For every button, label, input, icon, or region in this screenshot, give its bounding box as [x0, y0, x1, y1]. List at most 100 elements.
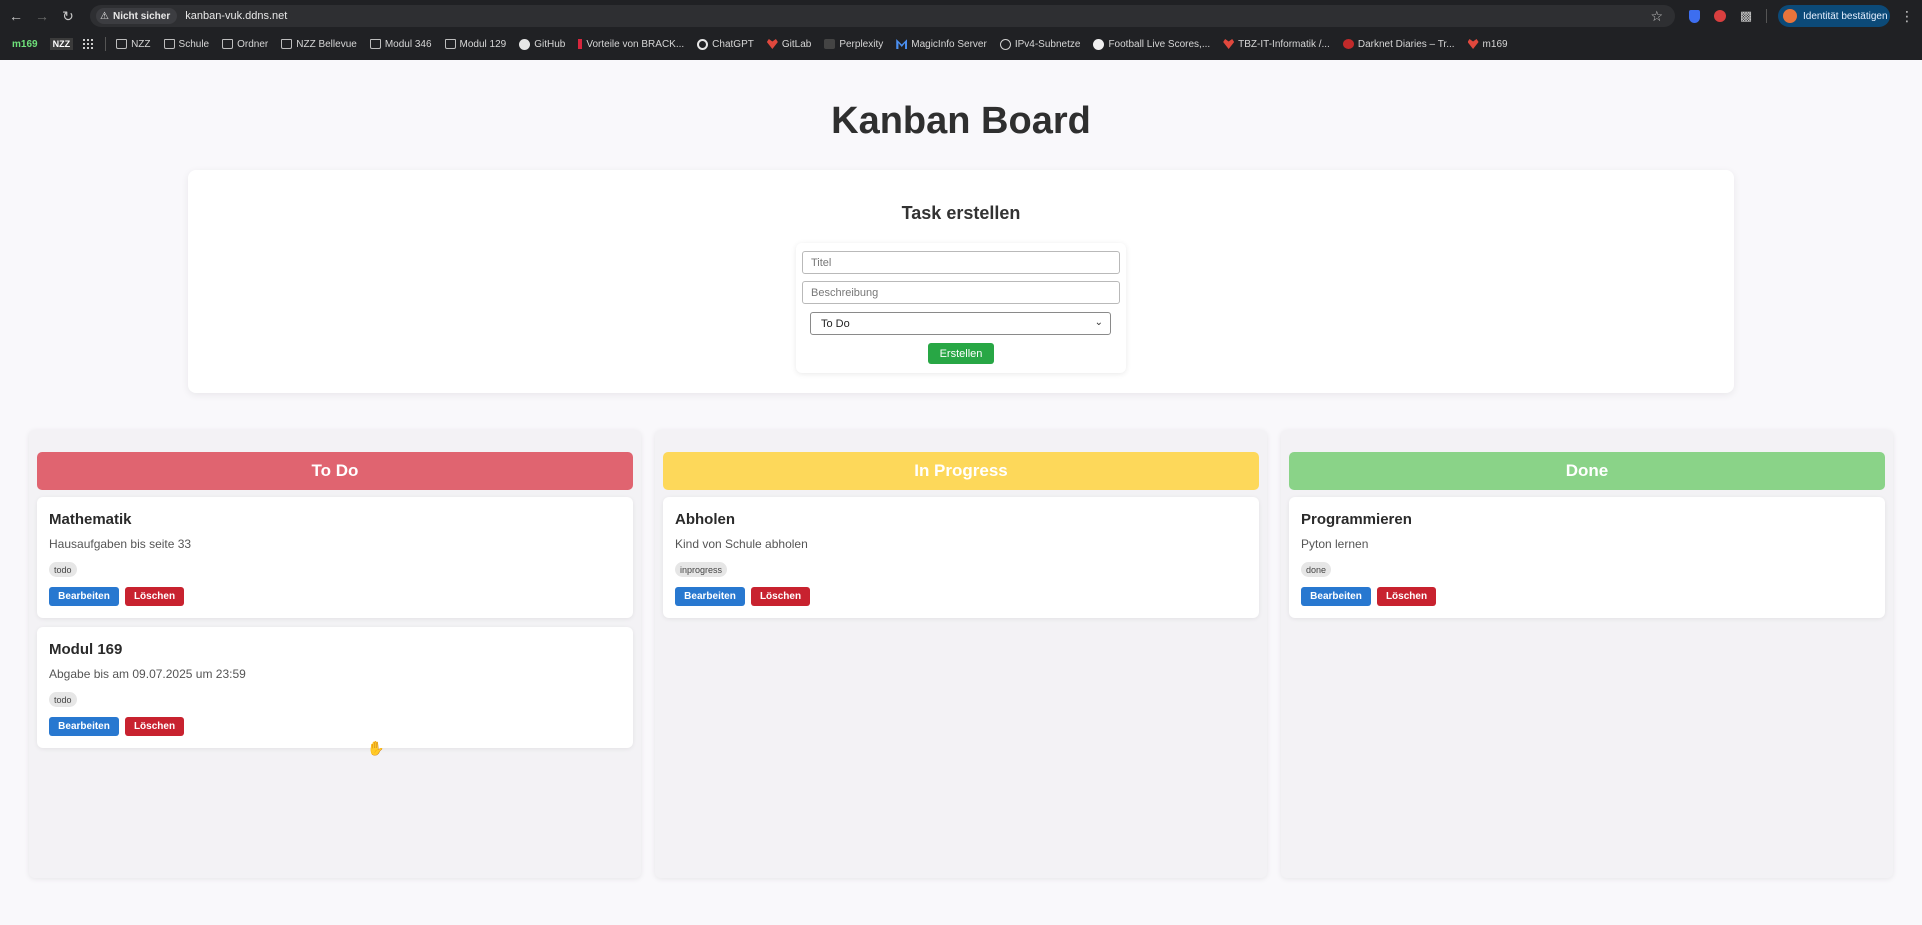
bookmarks-bar: m169 NZZ NZZ Schule Ordner NZZ Bellevue …	[0, 34, 1922, 54]
edit-button[interactable]: Bearbeiten	[675, 587, 745, 606]
bookmark-magicinfo[interactable]: MagicInfo Server	[896, 39, 987, 50]
folder-icon	[222, 39, 234, 49]
identity-button[interactable]: Identität bestätigen	[1778, 5, 1890, 27]
task-card[interactable]: Abholen Kind von Schule abholen inprogre…	[663, 497, 1259, 618]
column-done: Done Programmieren Pyton lernen done Bea…	[1281, 430, 1893, 878]
task-card[interactable]: Modul 169 Abgabe bis am 09.07.2025 um 23…	[37, 627, 633, 748]
identity-label: Identität bestätigen	[1803, 10, 1888, 22]
bookmark-label: Modul 129	[459, 38, 507, 50]
task-form: To Do ⌄ Erstellen	[796, 243, 1126, 373]
bookmark-label: TBZ-IT-Informatik /...	[1238, 38, 1330, 50]
bookmark-label: Modul 346	[384, 38, 432, 50]
bookmark-folder[interactable]: NZZ Bellevue	[281, 39, 357, 50]
bookmark-label: GitLab	[781, 38, 812, 50]
gitlab-icon	[1223, 39, 1235, 49]
red-extension-icon[interactable]	[1712, 8, 1728, 24]
task-card[interactable]: Programmieren Pyton lernen done Bearbeit…	[1289, 497, 1885, 618]
status-badge: inprogress	[675, 562, 728, 577]
folder-icon	[163, 39, 175, 49]
task-card[interactable]: Mathematik Hausaufgaben bis seite 33 tod…	[37, 497, 633, 618]
bookmark-star-icon[interactable]: ☆	[1650, 8, 1663, 25]
url-text[interactable]: kanban-vuk.ddns.net	[185, 10, 287, 22]
page-title: Kanban Board	[831, 100, 1091, 142]
column-header: To Do	[37, 452, 633, 490]
browser-chrome: ← → ↻ ⚠ Nicht sicher kanban-vuk.ddns.net…	[0, 0, 1922, 60]
column-todo: To Do Mathematik Hausaufgaben bis seite …	[29, 430, 641, 878]
apps-grid-icon[interactable]	[83, 39, 94, 49]
bookmark-m169-badge[interactable]: m169	[12, 39, 38, 50]
puzzle-extensions-icon[interactable]: ▩	[1738, 8, 1754, 24]
delete-button[interactable]: Löschen	[125, 587, 184, 606]
bookmark-label: ChatGPT	[712, 38, 754, 50]
bookmark-m169-gitlab[interactable]: m169	[1467, 38, 1508, 50]
bookmark-perplexity[interactable]: Perplexity	[824, 39, 883, 50]
back-arrow-icon[interactable]: ←	[3, 3, 29, 29]
folder-icon	[369, 39, 381, 49]
bookmark-tbz[interactable]: TBZ-IT-Informatik /...	[1223, 39, 1330, 50]
bookmark-label: Darknet Diaries – Tr...	[1357, 38, 1455, 50]
bookmark-github[interactable]: GitHub	[519, 38, 566, 50]
folder-icon	[444, 39, 456, 49]
edit-button[interactable]: Bearbeiten	[49, 587, 119, 606]
bookmark-label: Vorteile von BRACK...	[586, 38, 685, 50]
bookmark-folder[interactable]: Modul 346	[369, 38, 432, 50]
warning-icon: ⚠	[100, 10, 109, 22]
bookmarks-divider	[105, 37, 107, 51]
task-description: Abgabe bis am 09.07.2025 um 23:59	[49, 667, 246, 681]
toolbar-divider	[1766, 9, 1767, 23]
delete-button[interactable]: Löschen	[1377, 587, 1436, 606]
task-title: Mathematik	[49, 511, 132, 528]
status-select[interactable]: To Do ⌄	[810, 312, 1111, 335]
github-icon	[519, 38, 531, 50]
bookmark-brack[interactable]: Vorteile von BRACK...	[578, 39, 684, 50]
forward-arrow-icon[interactable]: →	[29, 3, 55, 29]
title-input[interactable]	[802, 251, 1120, 274]
bookmark-label: IPv4-Subnetze	[1014, 38, 1081, 50]
delete-button[interactable]: Löschen	[751, 587, 810, 606]
chevron-down-icon: ⌄	[1094, 317, 1103, 328]
description-input[interactable]	[802, 281, 1120, 304]
gitlab-icon	[766, 39, 778, 49]
bookmark-label: Schule	[178, 38, 210, 50]
column-header: Done	[1289, 452, 1885, 490]
bookmark-folder[interactable]: Schule	[163, 38, 210, 50]
status-select-value: To Do	[821, 317, 850, 330]
bookmark-folder[interactable]: NZZ	[116, 38, 151, 50]
security-label: Nicht sicher	[112, 10, 171, 22]
bookmark-folder[interactable]: Ordner	[222, 39, 268, 50]
reload-icon[interactable]: ↻	[55, 3, 81, 29]
address-bar[interactable]: ⚠ Nicht sicher kanban-vuk.ddns.net ☆	[90, 5, 1675, 27]
bookmark-label: m169	[1482, 38, 1508, 50]
delete-button[interactable]: Löschen	[125, 717, 184, 736]
task-form-panel: Task erstellen To Do ⌄ Erstellen	[188, 170, 1734, 393]
bookmark-darknet[interactable]: Darknet Diaries – Tr...	[1342, 38, 1455, 50]
bookmark-nzz-badge[interactable]: NZZ	[49, 38, 74, 50]
shield-extension-icon[interactable]	[1686, 8, 1702, 24]
bookmark-label: NZZ	[131, 38, 151, 50]
folder-icon	[116, 39, 128, 49]
task-description: Pyton lernen	[1301, 537, 1369, 551]
bookmark-label: Ordner	[237, 38, 269, 50]
brack-icon	[578, 39, 583, 49]
column-header: In Progress	[663, 452, 1259, 490]
status-badge: done	[1301, 562, 1332, 577]
column-in-progress: In Progress Abholen Kind von Schule abho…	[655, 430, 1267, 878]
bookmark-label: NZZ Bellevue	[296, 38, 357, 50]
edit-button[interactable]: Bearbeiten	[49, 717, 119, 736]
chatgpt-icon	[697, 38, 709, 50]
perplexity-icon	[824, 39, 836, 49]
menu-dots-icon[interactable]: ⋮	[1900, 8, 1914, 24]
create-button[interactable]: Erstellen	[928, 343, 994, 364]
task-title: Programmieren	[1301, 511, 1412, 528]
bookmark-football[interactable]: Football Live Scores,...	[1093, 38, 1210, 50]
bookmark-folder[interactable]: Modul 129	[444, 38, 507, 50]
bookmark-label: GitHub	[534, 38, 566, 50]
bookmark-gitlab[interactable]: GitLab	[766, 38, 812, 50]
bookmark-label: MagicInfo Server	[911, 38, 987, 50]
bookmark-chatgpt[interactable]: ChatGPT	[697, 38, 754, 50]
bookmark-ipv4[interactable]: IPv4-Subnetze	[999, 38, 1081, 50]
address-bar-row: ← → ↻ ⚠ Nicht sicher kanban-vuk.ddns.net…	[0, 0, 1922, 32]
status-badge: todo	[49, 562, 77, 577]
edit-button[interactable]: Bearbeiten	[1301, 587, 1371, 606]
security-indicator[interactable]: ⚠ Nicht sicher	[96, 8, 178, 24]
